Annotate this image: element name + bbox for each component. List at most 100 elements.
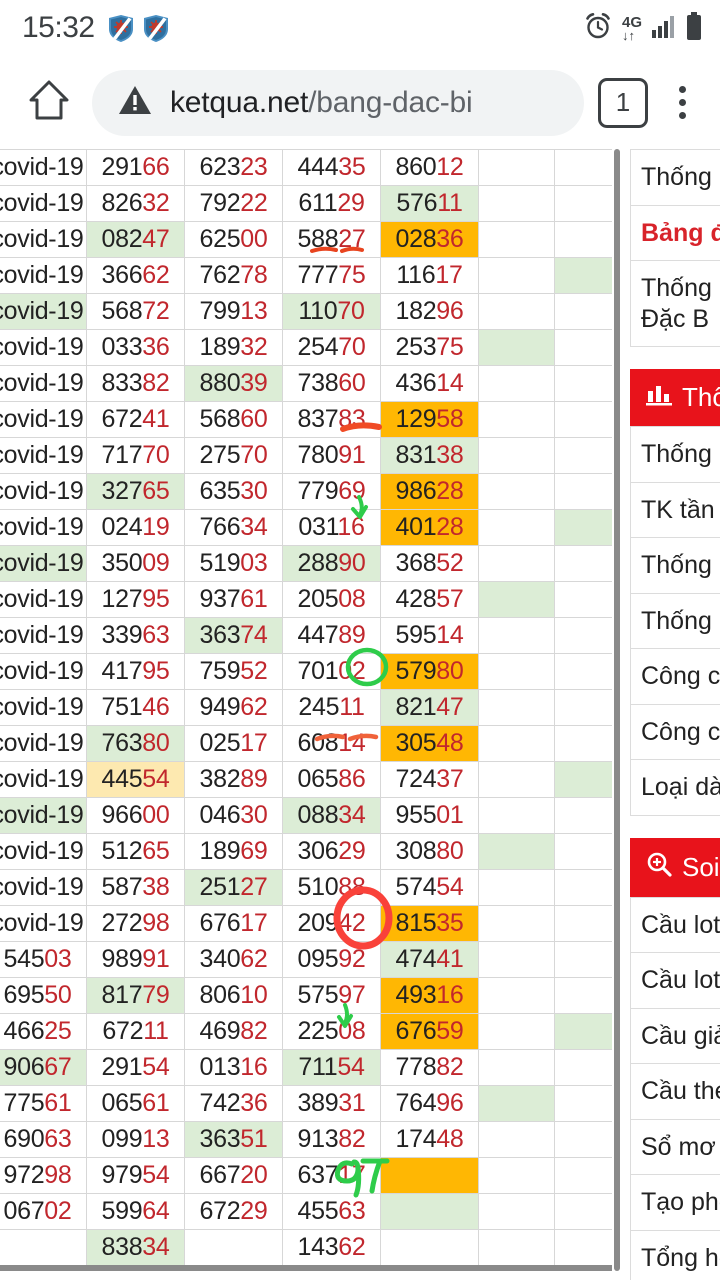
empty-grid-cell	[554, 1085, 612, 1122]
empty-grid-cell	[478, 941, 555, 978]
empty-grid-cell	[554, 797, 612, 834]
not-secure-warning-icon[interactable]	[118, 84, 152, 121]
lottery-number-cell: 45563	[282, 1193, 381, 1230]
empty-grid-cell	[554, 653, 612, 690]
sidebar-link-item[interactable]: Bảng đặc	[631, 206, 720, 261]
lottery-number-cell: 30548	[380, 725, 479, 762]
table-row: covid-19 29166 62323 44435 86012	[0, 149, 612, 186]
lottery-number-cell: 77775	[282, 257, 381, 294]
lottery-number-cell: 02517	[184, 725, 283, 762]
lottery-number-cell: 25375	[380, 329, 479, 366]
row-label-cell: covid-19	[0, 509, 87, 546]
sidebar-link-item[interactable]: Cầu loto	[631, 898, 720, 953]
lottery-number-cell: 71770	[86, 437, 185, 474]
sidebar-link-item[interactable]: TK tần suấ	[631, 483, 720, 538]
lottery-number-cell: 08834	[282, 797, 381, 834]
lottery-number-cell: 40128	[380, 509, 479, 546]
sidebar-link-item[interactable]: Thống kê t theo Đặc B	[631, 261, 720, 347]
browser-menu-button[interactable]	[658, 70, 706, 136]
table-bottom-rule	[0, 1265, 612, 1271]
empty-grid-cell	[554, 257, 612, 294]
empty-grid-cell	[478, 257, 555, 294]
empty-grid-cell	[478, 1049, 555, 1086]
empty-grid-cell	[554, 1157, 612, 1194]
lottery-number-cell: 20942	[282, 905, 381, 942]
lottery-number-cell: 97954	[86, 1157, 185, 1194]
lottery-number-cell: 98628	[380, 473, 479, 510]
empty-grid-cell	[478, 473, 555, 510]
empty-grid-cell	[554, 221, 612, 258]
lottery-number-cell: 29166	[86, 149, 185, 186]
address-bar[interactable]: ketqua.net/bang-dac-bi	[92, 69, 584, 136]
table-row: 77561 06561 74236 38931 76496	[0, 1085, 612, 1122]
table-row: covid-19 56872 79913 11070 18296	[0, 293, 612, 330]
lottery-number-cell: 79913	[184, 293, 283, 330]
lottery-number-cell: 30880	[380, 833, 479, 870]
empty-grid-cell	[478, 1121, 555, 1158]
sidebar-link-item[interactable]: Thống kê t	[631, 594, 720, 649]
antivirus-shield-icon	[143, 14, 169, 43]
status-bar: 15:32 4G ↓↑	[0, 0, 720, 56]
lottery-number-cell: 82147	[380, 689, 479, 726]
home-button[interactable]	[16, 70, 82, 136]
empty-grid-cell	[554, 581, 612, 618]
row-label-cell: covid-19	[0, 833, 87, 870]
lottery-number-cell: 06586	[282, 761, 381, 798]
horizontal-scroll-track[interactable]	[612, 149, 622, 1271]
empty-grid-cell	[554, 365, 612, 402]
lottery-number-cell: 70102	[282, 653, 381, 690]
lottery-number-cell: 14362	[282, 1229, 381, 1266]
lottery-number-cell: 81779	[86, 977, 185, 1014]
sidebar-link-item[interactable]: Sổ mơ+	[631, 1120, 720, 1175]
row-label-cell: covid-19	[0, 761, 87, 798]
sidebar-link-item[interactable]: Tạo phôi c	[631, 1175, 720, 1231]
table-row: covid-19 58738 25127 51088 57454	[0, 869, 612, 906]
empty-grid-cell	[478, 1013, 555, 1050]
sidebar-link-item[interactable]: Thống kê n	[631, 427, 720, 483]
tab-switcher-button[interactable]: 1	[598, 77, 648, 128]
sidebar-link-item[interactable]: Công cụ lọ VIP	[631, 705, 720, 760]
empty-grid-cell	[478, 977, 555, 1014]
sidebar-link-item[interactable]: Cầu giải đ	[631, 1009, 720, 1064]
table-row: covid-19 08247 62500 58827 02836	[0, 221, 612, 258]
empty-grid-cell	[554, 833, 612, 870]
lottery-number-cell: 57980	[380, 653, 479, 690]
lottery-number-cell: 69063	[0, 1121, 87, 1158]
table-row: 83834 14362	[0, 1229, 612, 1266]
lottery-number-cell: 58738	[86, 869, 185, 906]
lottery-number-cell: 27570	[184, 437, 283, 474]
sidebar-section-title: Soi c	[682, 851, 720, 882]
row-label-cell: covid-19	[0, 797, 87, 834]
bar-chart-icon	[646, 382, 672, 413]
sidebar-link-item[interactable]: Tổng hợp	[631, 1231, 720, 1280]
empty-grid-cell	[554, 149, 612, 186]
sidebar-link-item[interactable]: Loại dàn đ	[631, 760, 720, 816]
sidebar-link-item[interactable]: Cầu loto b	[631, 953, 720, 1009]
lottery-number-cell: 09913	[86, 1121, 185, 1158]
lottery-number-cell: 76634	[184, 509, 283, 546]
lottery-number-cell: 58827	[282, 221, 381, 258]
lottery-number-cell: 77882	[380, 1049, 479, 1086]
sidebar-link-item[interactable]: Công cụ g	[631, 649, 720, 705]
lottery-results-table-container[interactable]: covid-19 29166 62323 44435 86012 covid-19 8263…	[0, 149, 612, 1271]
empty-grid-cell	[478, 1193, 555, 1230]
sidebar-link-item[interactable]: Cầu theo t	[631, 1064, 720, 1120]
sidebar-link-item[interactable]: Thống kê t	[631, 538, 720, 594]
empty-grid-cell	[554, 689, 612, 726]
lottery-number-cell: 94962	[184, 689, 283, 726]
table-row: covid-19 76380 02517 60814 30548	[0, 725, 612, 762]
lottery-number-cell: 67617	[184, 905, 283, 942]
sidebar-link-item[interactable]: Thống kê	[631, 150, 720, 206]
lottery-number-cell: 36351	[184, 1121, 283, 1158]
lottery-number-cell: 57597	[282, 977, 381, 1014]
lottery-number-cell: 35009	[86, 545, 185, 582]
lottery-number-cell: 56860	[184, 401, 283, 438]
empty-grid-cell	[478, 761, 555, 798]
lottery-number-cell: 67211	[86, 1013, 185, 1050]
table-row: covid-19 83382 88039 73860 43614	[0, 365, 612, 402]
lottery-number-cell: 75146	[86, 689, 185, 726]
lottery-number-cell: 41795	[86, 653, 185, 690]
scroll-thumb[interactable]	[614, 149, 620, 1271]
lottery-number-cell: 90667	[0, 1049, 87, 1086]
